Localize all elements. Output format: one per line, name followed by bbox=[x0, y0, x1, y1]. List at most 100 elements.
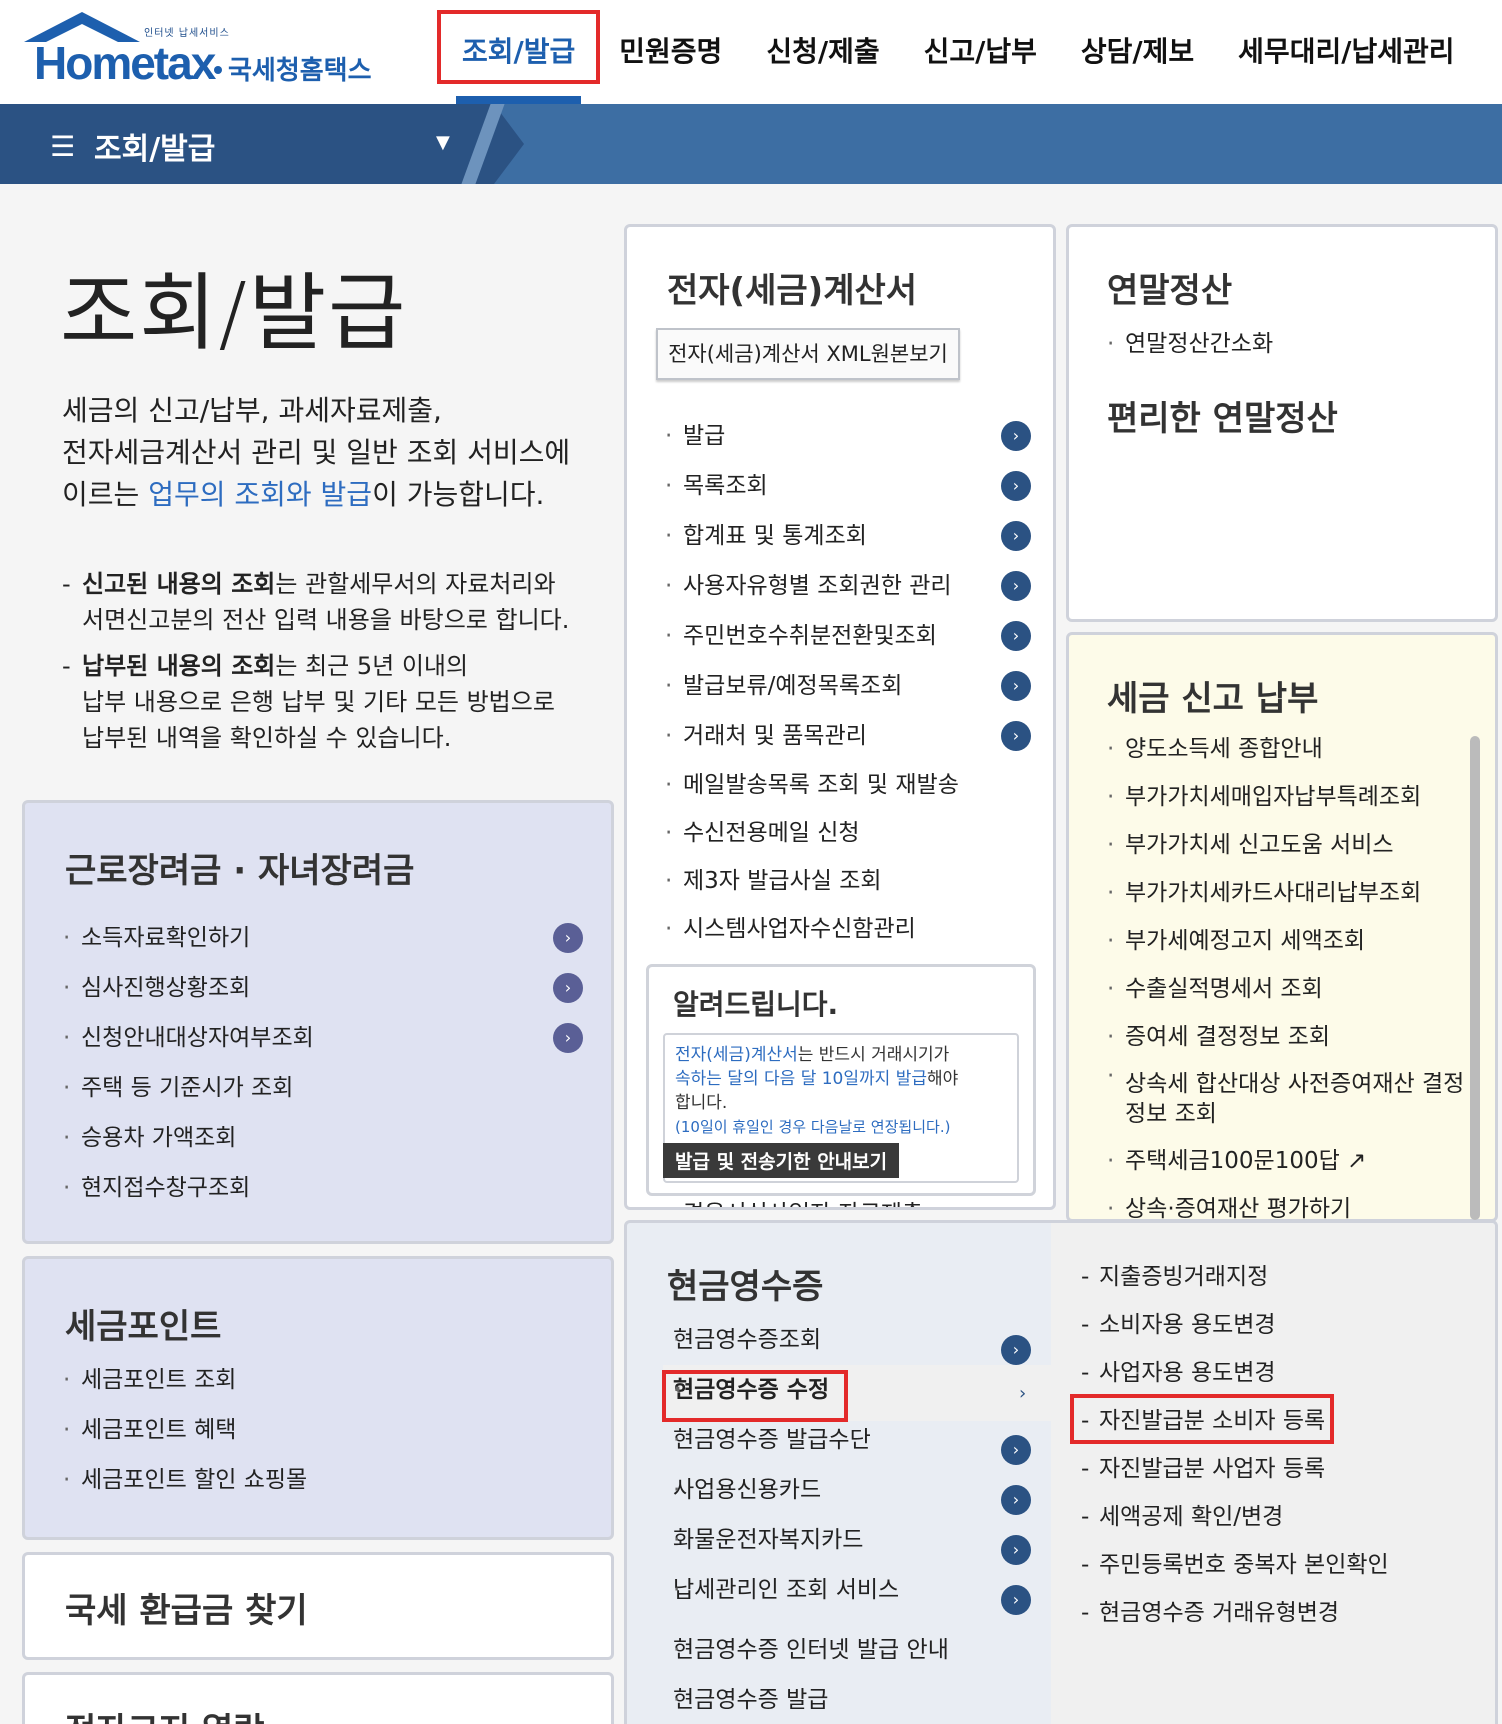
hamburger-menu-icon[interactable]: ☰ bbox=[50, 130, 75, 163]
gnb-filing[interactable]: 신고/납부 bbox=[902, 0, 1059, 104]
external-link-icon: ↗ bbox=[1347, 1148, 1367, 1174]
list-item[interactable]: 시스템사업자수신함관리 bbox=[665, 905, 1025, 953]
arrow-right-icon[interactable]: › bbox=[1001, 671, 1031, 701]
list-item[interactable]: 사용자유형별 조회권한 관리 bbox=[665, 561, 1025, 611]
list-item[interactable]: 부가세예정고지 세액조회 bbox=[1107, 917, 1457, 965]
highlight-box bbox=[662, 1370, 848, 1422]
list-item[interactable]: 주택 등 기준시가 조회 bbox=[63, 1063, 563, 1113]
list-item[interactable]: 합계표 및 통계조회 bbox=[665, 511, 1025, 561]
list-item[interactable]: 목록조회 bbox=[665, 461, 1025, 511]
tax-refund-card[interactable]: 국세 환급금 찾기 bbox=[22, 1552, 614, 1660]
list-item[interactable]: 승용차 가액조회 bbox=[63, 1113, 563, 1163]
list-item[interactable]: 양도소득세 종합안내 bbox=[1107, 725, 1457, 773]
list-item[interactable]: 수출실적명세서 조회 bbox=[1107, 965, 1457, 1013]
tax-filing-card: 세금 신고 납부 양도소득세 종합안내 부가가치세매입자납부특례조회 부가가치세… bbox=[1066, 632, 1498, 1222]
deadline-guide-button[interactable]: 발급 및 전송기한 안내보기 bbox=[663, 1143, 900, 1178]
card-subtitle[interactable]: 편리한 연말정산 bbox=[1107, 391, 1338, 440]
list-item[interactable]: 현금영수증조회 bbox=[673, 1315, 1033, 1365]
global-nav: 조회/발급 민원증명 신청/제출 신고/납부 상담/제보 세무대리/납세관리 bbox=[437, 0, 1476, 104]
submenu-item[interactable]: 현금영수증 거래유형변경 bbox=[1081, 1589, 1481, 1637]
arrow-right-icon[interactable]: › bbox=[553, 1023, 583, 1053]
highlight-box bbox=[437, 10, 601, 84]
submenu-item[interactable]: 사업자용 용도변경 bbox=[1081, 1349, 1481, 1397]
arrow-right-icon[interactable]: › bbox=[1001, 521, 1031, 551]
list-item[interactable]: 화물운전자복지카드 bbox=[673, 1515, 1033, 1565]
submenu-item[interactable]: 세액공제 확인/변경 bbox=[1081, 1493, 1481, 1541]
arrow-right-icon[interactable]: › bbox=[553, 923, 583, 953]
arrow-right-icon[interactable]: › bbox=[1001, 1335, 1031, 1365]
card-title: 연말정산 bbox=[1107, 271, 1233, 311]
logo-korean-name: 국세청홈택스 bbox=[228, 56, 372, 86]
list-item[interactable]: 현금영수증 발급 bbox=[673, 1675, 1033, 1724]
gnb-application[interactable]: 신청/제출 bbox=[744, 0, 901, 104]
chevron-right-icon: › bbox=[1019, 1383, 1027, 1404]
hometax-logo[interactable]: 인터넷 납세서비스 Hometax 국세청홈택스 bbox=[20, 10, 390, 90]
submenu-item[interactable]: 주민등록번호 중복자 본인확인 bbox=[1081, 1541, 1481, 1589]
list-item[interactable]: 주택세금100문100답 ↗ bbox=[1107, 1137, 1457, 1185]
arrow-right-icon[interactable]: › bbox=[1001, 1585, 1031, 1615]
scrollbar[interactable] bbox=[1470, 736, 1480, 1220]
arrow-right-icon[interactable]: › bbox=[1001, 621, 1031, 651]
list-item[interactable]: 부가가치세 신고도움 서비스 bbox=[1107, 821, 1457, 869]
gnb-tax-agent[interactable]: 세무대리/납세관리 bbox=[1216, 0, 1476, 104]
card-title: 근로장려금 · 자녀장려금 bbox=[65, 851, 415, 891]
list-item[interactable]: 상속·증여재산 평가하기 bbox=[1107, 1185, 1457, 1219]
page-title: 조회/발급 bbox=[60, 264, 408, 362]
list-item[interactable]: 소득자료확인하기 bbox=[63, 913, 563, 963]
submenu-item[interactable]: 지출증빙거래지정 bbox=[1081, 1253, 1481, 1301]
list-item[interactable]: 세금포인트 조회 bbox=[63, 1355, 563, 1405]
page-description: 세금의 신고/납부, 과세자료제출, 전자세금계산서 관리 및 일반 조회 서비… bbox=[62, 394, 571, 511]
card-title: 세금포인트 bbox=[65, 1307, 222, 1347]
sub-navigation-bar: ☰ 조회/발급 ▼ bbox=[0, 104, 1502, 184]
card-title: 국세 환급금 찾기 bbox=[65, 1591, 308, 1631]
arrow-right-icon[interactable]: › bbox=[553, 973, 583, 1003]
list-item[interactable]: 현금영수증 인터넷 발급 안내 bbox=[673, 1625, 1033, 1675]
gnb-inquiry-issue[interactable]: 조회/발급 bbox=[437, 0, 601, 104]
top-header: 인터넷 납세서비스 Hometax 국세청홈택스 조회/발급 민원증명 신청/제… bbox=[0, 0, 1502, 104]
xml-original-view-button[interactable]: 전자(세금)계산서 XML원본보기 bbox=[656, 328, 960, 380]
list-item[interactable]: 메일발송목록 조회 및 재발송 bbox=[665, 761, 1025, 809]
list-item[interactable]: 거래처 및 품목관리 bbox=[665, 711, 1025, 761]
arrow-right-icon[interactable]: › bbox=[1001, 1535, 1031, 1565]
list-item[interactable]: 발급 bbox=[665, 411, 1025, 461]
list-item[interactable]: 세금포인트 할인 쇼핑몰 bbox=[63, 1455, 563, 1505]
arrow-right-icon[interactable]: › bbox=[1001, 421, 1031, 451]
cash-receipt-card: 현금영수증 현금영수증조회 현금영수증 수정 현금영수증 발급수단 사업용신용카… bbox=[624, 1220, 1498, 1724]
chevron-down-icon[interactable]: ▼ bbox=[436, 132, 450, 153]
gnb-consult[interactable]: 상담/제보 bbox=[1059, 0, 1216, 104]
submenu-item[interactable]: 자진발급분 사업자 등록 bbox=[1081, 1445, 1481, 1493]
list-item[interactable]: 연말정산간소화 bbox=[1107, 319, 1467, 369]
list-item[interactable]: 증여세 결정정보 조회 bbox=[1107, 1013, 1457, 1061]
arrow-right-icon[interactable]: › bbox=[1001, 1435, 1031, 1465]
list-item[interactable]: 현금영수증 발급수단 bbox=[673, 1415, 1033, 1465]
card-title: 세금 신고 납부 bbox=[1107, 679, 1319, 719]
list-item[interactable]: 세금포인트 혜택 bbox=[63, 1405, 563, 1455]
arrow-right-icon[interactable]: › bbox=[1001, 1485, 1031, 1515]
list-item[interactable]: 발급보류/예정목록조회 bbox=[665, 661, 1025, 711]
list-item[interactable]: 상속세 합산대상 사전증여재산 결정 정보 조회 bbox=[1107, 1061, 1464, 1137]
gnb-certificate[interactable]: 민원증명 bbox=[597, 0, 744, 104]
e-notice-card[interactable]: 전자고지 열람 bbox=[22, 1672, 614, 1724]
note-filed: 신고된 내용의 조회는 관할세무서의 자료처리와 서면신고분의 전산 입력 내용… bbox=[62, 566, 622, 638]
list-item[interactable]: 현지접수창구조회 bbox=[63, 1163, 563, 1213]
list-item[interactable]: 사업용신용카드 bbox=[673, 1465, 1033, 1515]
page-notes: 신고된 내용의 조회는 관할세무서의 자료처리와 서면신고분의 전산 입력 내용… bbox=[62, 566, 622, 766]
list-item[interactable]: 심사진행상황조회 bbox=[63, 963, 563, 1013]
list-item[interactable]: 수신전용메일 신청 bbox=[665, 809, 1025, 857]
arrow-right-icon[interactable]: › bbox=[1001, 721, 1031, 751]
sub-nav-title: 조회/발급 bbox=[94, 132, 216, 167]
tax-point-card: 세금포인트 세금포인트 조회 세금포인트 혜택 세금포인트 할인 쇼핑몰 bbox=[22, 1256, 614, 1540]
list-item[interactable]: 납세관리인 조회 서비스 bbox=[673, 1565, 1033, 1615]
list-item[interactable]: 부가가치세카드사대리납부조회 bbox=[1107, 869, 1457, 917]
list-item[interactable]: 제3자 발급사실 조회 bbox=[665, 857, 1025, 905]
list-item[interactable]: 부가가치세매입자납부특례조회 bbox=[1107, 773, 1457, 821]
card-title: 전자고지 열람 bbox=[65, 1703, 265, 1724]
submenu-item[interactable]: 소비자용 용도변경 bbox=[1081, 1301, 1481, 1349]
arrow-right-icon[interactable]: › bbox=[1001, 471, 1031, 501]
list-item[interactable]: 신청안내대상자여부조회 bbox=[63, 1013, 563, 1063]
card-title: 전자(세금)계산서 bbox=[667, 271, 918, 311]
highlight-box bbox=[1070, 1394, 1334, 1444]
note-paid: 납부된 내용의 조회는 최근 5년 이내의 납부 내용으로 은행 납부 및 기타… bbox=[62, 648, 622, 756]
arrow-right-icon[interactable]: › bbox=[1001, 571, 1031, 601]
list-item[interactable]: 주민번호수취분전환및조회 bbox=[665, 611, 1025, 661]
